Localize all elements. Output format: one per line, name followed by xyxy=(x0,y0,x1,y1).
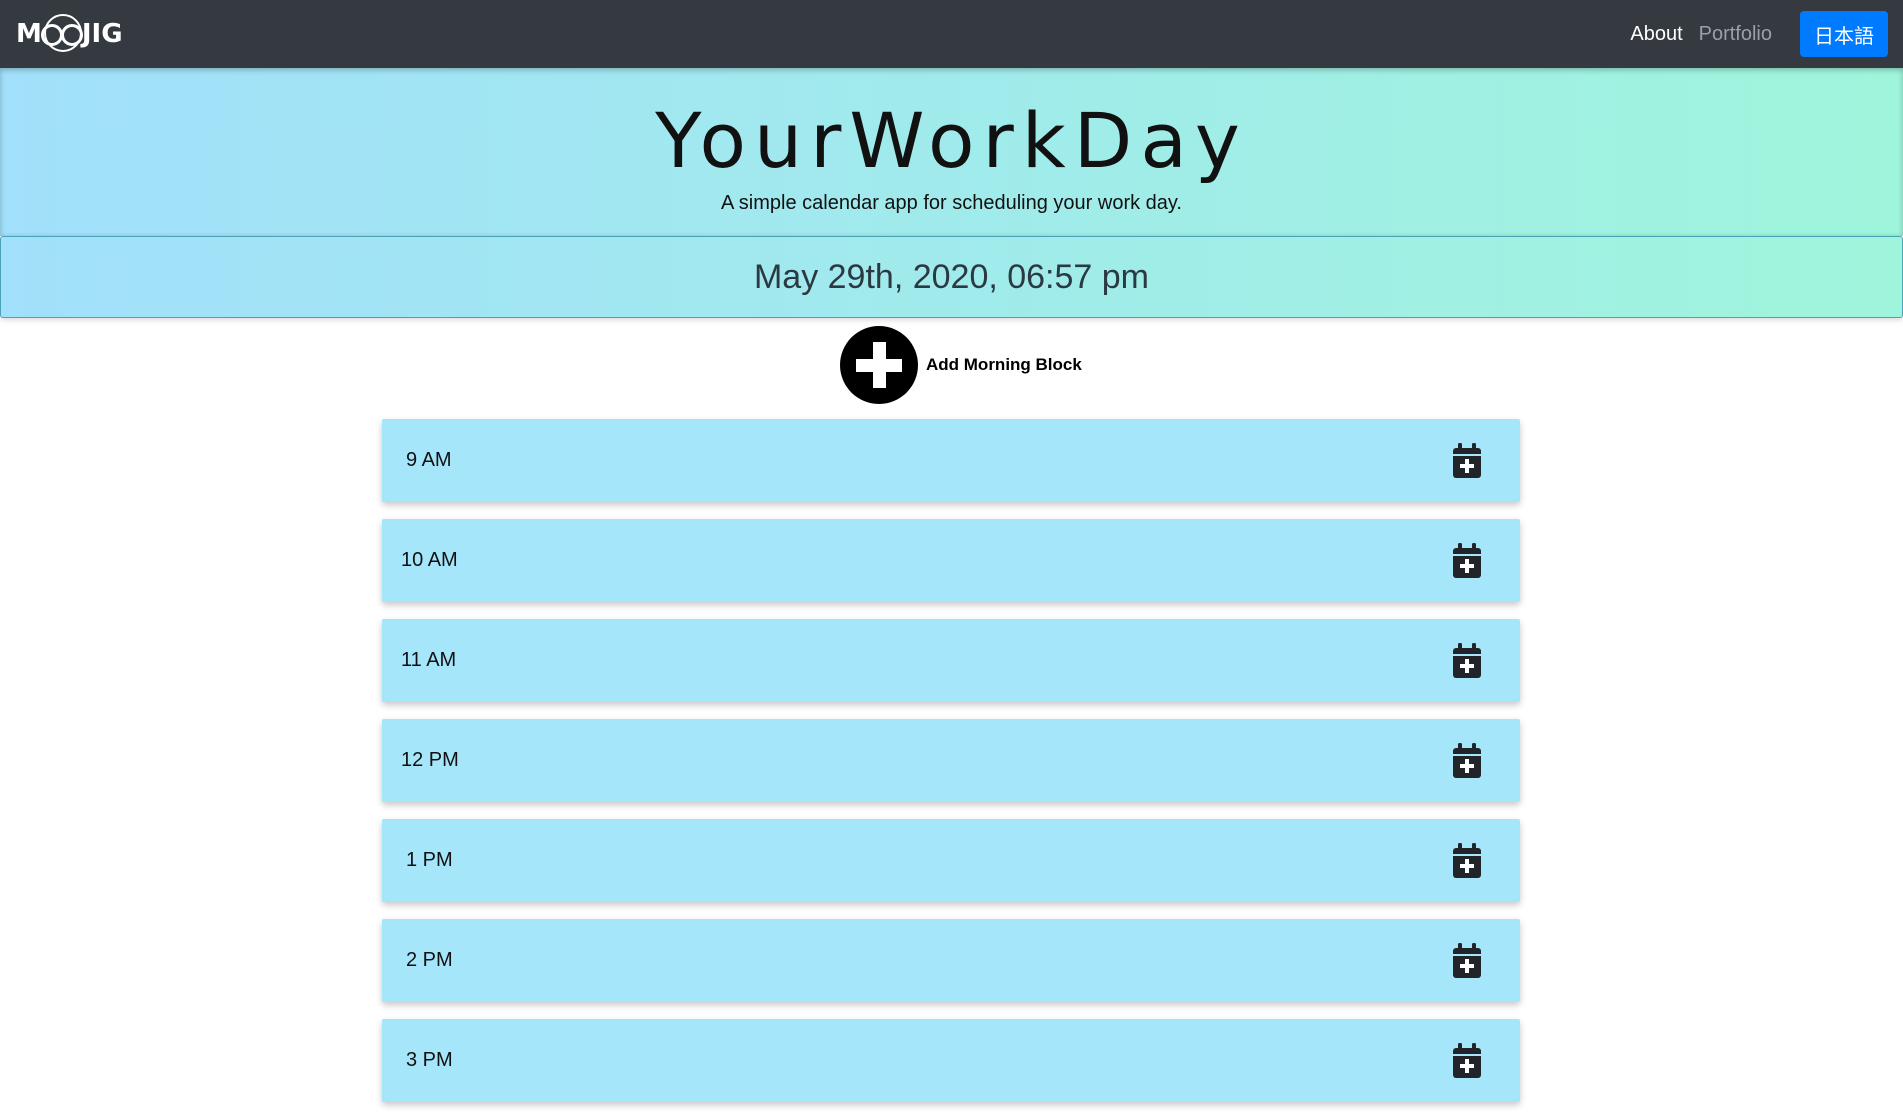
time-block[interactable]: 2 PM xyxy=(382,919,1520,1002)
calendar-plus-icon[interactable] xyxy=(1452,1043,1482,1079)
time-block-list: 9 AM 10 AM 11 AM 12 PM 1 PM 2 PM 3 PM xyxy=(382,419,1520,1119)
calendar-plus-icon[interactable] xyxy=(1452,643,1482,679)
hour-label: 9 AM xyxy=(406,449,452,471)
brand-logo[interactable]: M JIG xyxy=(16,14,123,54)
nav-link-portfolio[interactable]: Portfolio xyxy=(1699,23,1772,46)
time-block[interactable]: 11 AM xyxy=(382,619,1520,702)
navbar: M JIG About Portfolio 日本語 xyxy=(0,0,1903,68)
time-block[interactable]: 9 AM xyxy=(382,419,1520,502)
hour-label: 10 AM xyxy=(401,549,458,571)
plus-circle-icon[interactable] xyxy=(840,326,918,404)
hour-label: 11 AM xyxy=(401,649,457,671)
add-morning-block-button[interactable]: Add Morning Block xyxy=(840,326,1082,404)
calendar-plus-icon[interactable] xyxy=(1452,843,1482,879)
time-block[interactable]: 1 PM xyxy=(382,819,1520,902)
calendar-plus-icon[interactable] xyxy=(1452,743,1482,779)
brand-suffix: JIG xyxy=(81,19,123,49)
time-block[interactable]: 10 AM xyxy=(382,519,1520,602)
header-jumbotron: YourWorkDay A simple calendar app for sc… xyxy=(0,68,1903,236)
language-toggle-button[interactable]: 日本語 xyxy=(1800,11,1888,57)
calendar-plus-icon[interactable] xyxy=(1452,543,1482,579)
time-block[interactable]: 3 PM xyxy=(382,1019,1520,1102)
page-title: YourWorkDay xyxy=(655,96,1248,185)
page-subtitle: A simple calendar app for scheduling you… xyxy=(721,192,1182,214)
calendar-plus-icon[interactable] xyxy=(1452,443,1482,479)
add-morning-block-label: Add Morning Block xyxy=(926,355,1082,374)
hour-label: 3 PM xyxy=(406,1049,453,1071)
hour-label: 2 PM xyxy=(406,949,453,971)
hour-label: 1 PM xyxy=(406,849,453,871)
current-datetime: May 29th, 2020, 06:57 pm xyxy=(753,257,1150,296)
time-block[interactable]: 12 PM xyxy=(382,719,1520,802)
nav-links: About Portfolio 日本語 xyxy=(1630,11,1888,57)
hour-label: 12 PM xyxy=(401,749,459,771)
current-date-bar: May 29th, 2020, 06:57 pm xyxy=(0,236,1903,318)
nav-link-about[interactable]: About xyxy=(1630,23,1682,46)
logo-rings-icon xyxy=(40,14,83,52)
calendar-plus-icon[interactable] xyxy=(1452,943,1482,979)
brand-prefix: M xyxy=(16,19,42,49)
